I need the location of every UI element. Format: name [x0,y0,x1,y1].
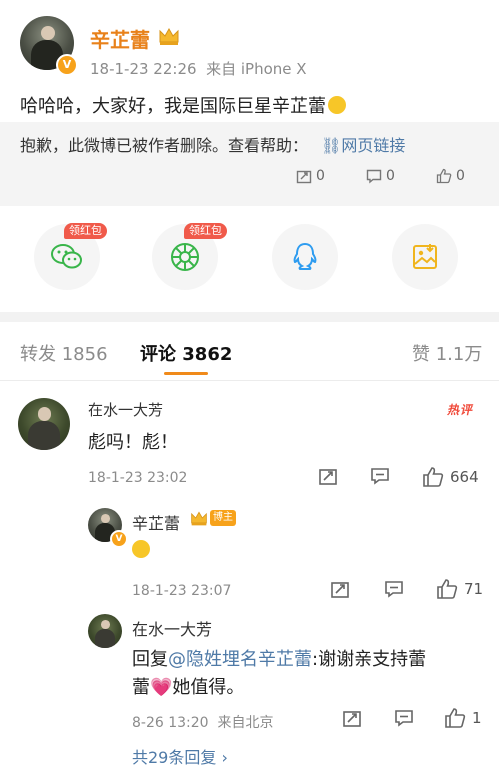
comment-stat[interactable]: 0 [366,168,395,184]
verified-badge-icon: V [56,54,78,76]
post-text: 哈哈哈，大家好，我是国际巨星辛芷蕾 [20,92,346,118]
section-divider [0,312,499,322]
share-save-image-button[interactable] [392,224,458,290]
tab-active-indicator [164,372,208,375]
verified-badge-icon: V [110,530,128,548]
hot-comment-badge: 热评 [446,403,476,417]
reply-date: 18-1-23 23:07 [132,583,232,599]
more-replies-link[interactable]: 共29条回复 › [132,744,228,768]
thumbs-up-icon [423,467,444,487]
help-link[interactable]: 网页链接 [341,136,405,155]
deleted-notice-text: 抱歉，此微博已被作者删除。查看帮助： ⛓网页链接 [20,136,406,155]
comment-reply-button[interactable] [370,466,390,486]
tab-likes[interactable]: 赞 1.1万 [412,340,482,366]
tabs-divider [0,380,499,381]
repost-icon [343,711,361,727]
reply-avatar[interactable] [88,614,122,648]
save-image-icon [413,244,437,269]
repost-stat[interactable]: 0 [296,168,325,184]
comment-icon [371,468,389,485]
thumbs-up-icon [437,579,458,599]
mention-link[interactable]: @隐姓埋名辛芷蕾 [168,649,312,670]
link-icon: ⛓ [321,136,342,155]
reply-repost-button[interactable] [342,708,362,728]
reply-author-name[interactable]: 辛芷蕾 [132,510,180,534]
hongbao-tag-2: 领红包 [184,223,227,239]
comment-icon [385,581,403,598]
laughing-emoji-icon [132,540,150,558]
post-date: 18-1-23 22:26 来自 iPhone X [90,60,307,78]
repost-icon [319,469,337,485]
repost-icon [296,170,312,184]
reply-date-location: 8-26 13:20 来自北京 [132,715,274,731]
tab-reposts[interactable]: 转发 1856 [20,340,108,366]
reply-repost-button[interactable] [330,579,350,599]
repost-icon [331,582,349,598]
comment-avatar[interactable] [18,398,70,450]
like-stat[interactable]: 0 [436,168,465,184]
heart-emoji-icon: 💗 [150,677,173,698]
qq-icon [293,242,317,270]
wechat-icon [51,244,82,269]
reply-like-button[interactable]: 71 [436,578,483,600]
thumbs-up-icon [436,168,452,184]
comment-like-button[interactable]: 664 [422,466,479,488]
reply-like-button[interactable]: 1 [444,707,482,729]
hongbao-tag-1: 领红包 [64,223,107,239]
crown-icon [158,26,180,46]
comment-repost-button[interactable] [318,466,338,486]
reply-comment-button[interactable] [384,579,404,599]
thumbs-up-icon [445,708,466,728]
reply-author-name[interactable]: 在水一大芳 [132,616,212,640]
reply-comment-button[interactable] [394,708,414,728]
laughing-emoji-icon [328,96,346,114]
crown-icon [190,509,208,527]
comment-icon [366,169,382,184]
reply-text: 回复@隐姓埋名辛芷蕾:谢谢亲支持蕾 蕾💗她值得。 [132,649,427,698]
blogger-badge: 博主 [210,510,236,526]
post-source: 来自 iPhone X [206,60,307,78]
comment-text: 彪吗！彪！ [88,432,178,453]
comment-date: 18-1-23 23:02 [88,470,188,486]
share-qq-button[interactable] [272,224,338,290]
moments-icon [171,243,199,271]
comment-author-name[interactable]: 在水一大芳 [88,399,163,420]
comment-icon [395,710,413,727]
post-author-name[interactable]: 辛芷蕾 [90,24,150,53]
tab-comments[interactable]: 评论 3862 [140,340,232,366]
